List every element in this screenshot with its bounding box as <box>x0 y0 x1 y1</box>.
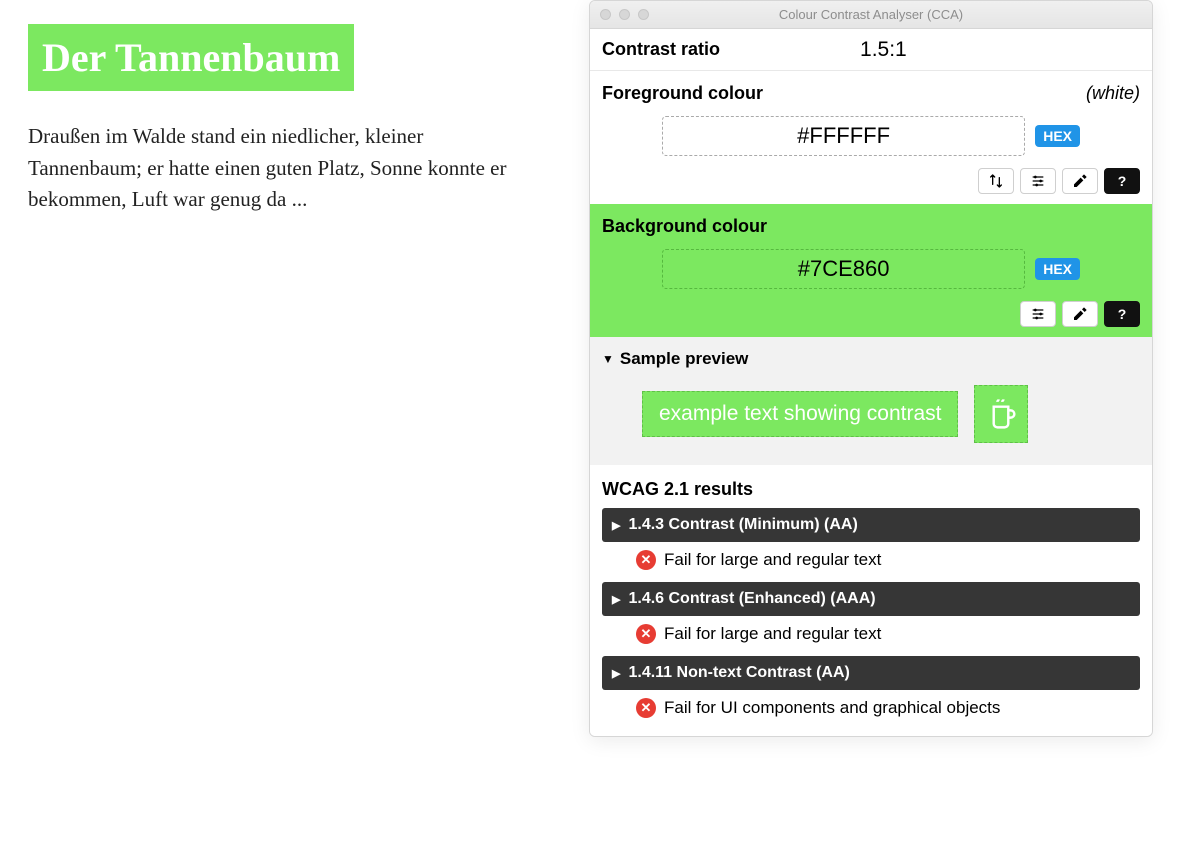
background-sliders-button[interactable] <box>1020 301 1056 327</box>
foreground-block: Foreground colour (white) #FFFFFF HEX ? <box>590 71 1152 204</box>
titlebar[interactable]: Colour Contrast Analyser (CCA) <box>590 1 1152 29</box>
background-block: Background colour #7CE860 HEX ? <box>590 204 1152 337</box>
fail-icon: ✕ <box>636 698 656 718</box>
sample-preview-block: ▼ Sample preview example text showing co… <box>590 337 1152 465</box>
sample-preview-icon-box <box>974 385 1028 443</box>
chevron-right-icon: ▶ <box>612 667 620 680</box>
contrast-ratio-row: Contrast ratio 1.5:1 <box>590 29 1152 71</box>
sample-preview-text: example text showing contrast <box>642 391 958 437</box>
wcag-result-item: ▶ 1.4.11 Non-text Contrast (AA) ✕ Fail f… <box>602 656 1140 726</box>
wcag-result-message: Fail for UI components and graphical obj… <box>664 698 1000 718</box>
close-icon[interactable] <box>600 9 611 20</box>
wcag-results-block: WCAG 2.1 results ▶ 1.4.3 Contrast (Minim… <box>590 465 1152 736</box>
wcag-result-title: 1.4.11 Non-text Contrast (AA) <box>628 664 849 682</box>
sample-heading: Der Tannenbaum <box>28 24 354 91</box>
cca-window: Colour Contrast Analyser (CCA) Contrast … <box>589 0 1153 737</box>
help-icon: ? <box>1118 306 1127 322</box>
wcag-result-toggle[interactable]: ▶ 1.4.6 Contrast (Enhanced) (AAA) <box>602 582 1140 616</box>
traffic-lights <box>600 9 649 20</box>
wcag-result-item: ▶ 1.4.3 Contrast (Minimum) (AA) ✕ Fail f… <box>602 508 1140 578</box>
chevron-right-icon: ▶ <box>612 519 620 532</box>
sample-body: Draußen im Walde stand ein niedlicher, k… <box>28 121 538 216</box>
wcag-result-message: Fail for large and regular text <box>664 550 881 570</box>
eyedropper-icon <box>1072 173 1088 189</box>
background-label: Background colour <box>602 216 767 237</box>
sample-preview-label: Sample preview <box>620 349 749 369</box>
swap-icon <box>988 173 1004 189</box>
wcag-result-title: 1.4.6 Contrast (Enhanced) (AAA) <box>628 590 875 608</box>
wcag-results-title: WCAG 2.1 results <box>602 479 1140 500</box>
swap-colors-button[interactable] <box>978 168 1014 194</box>
wcag-result-title: 1.4.3 Contrast (Minimum) (AA) <box>628 516 857 534</box>
window-title: Colour Contrast Analyser (CCA) <box>590 7 1152 22</box>
fail-icon: ✕ <box>636 550 656 570</box>
sliders-icon <box>1030 306 1046 322</box>
wcag-result-toggle[interactable]: ▶ 1.4.3 Contrast (Minimum) (AA) <box>602 508 1140 542</box>
foreground-label: Foreground colour <box>602 83 763 104</box>
background-format-badge[interactable]: HEX <box>1035 258 1080 280</box>
foreground-value-input[interactable]: #FFFFFF <box>662 116 1025 156</box>
background-help-button[interactable]: ? <box>1104 301 1140 327</box>
minimize-icon[interactable] <box>619 9 630 20</box>
sliders-icon <box>1030 173 1046 189</box>
wcag-result-item: ▶ 1.4.6 Contrast (Enhanced) (AAA) ✕ Fail… <box>602 582 1140 652</box>
background-eyedropper-button[interactable] <box>1062 301 1098 327</box>
sample-preview-toggle[interactable]: ▼ Sample preview <box>602 349 1140 369</box>
sample-pane: Der Tannenbaum Draußen im Walde stand ei… <box>0 0 580 844</box>
wcag-result-toggle[interactable]: ▶ 1.4.11 Non-text Contrast (AA) <box>602 656 1140 690</box>
foreground-format-badge[interactable]: HEX <box>1035 125 1080 147</box>
foreground-sliders-button[interactable] <box>1020 168 1056 194</box>
background-value-input[interactable]: #7CE860 <box>662 249 1025 289</box>
foreground-help-button[interactable]: ? <box>1104 168 1140 194</box>
eyedropper-icon <box>1072 306 1088 322</box>
chevron-right-icon: ▶ <box>612 593 620 606</box>
zoom-icon[interactable] <box>638 9 649 20</box>
foreground-eyedropper-button[interactable] <box>1062 168 1098 194</box>
chevron-down-icon: ▼ <box>602 352 614 366</box>
fail-icon: ✕ <box>636 624 656 644</box>
contrast-ratio-value: 1.5:1 <box>860 38 907 62</box>
wcag-result-message: Fail for large and regular text <box>664 624 881 644</box>
contrast-ratio-label: Contrast ratio <box>602 39 720 60</box>
help-icon: ? <box>1118 173 1127 189</box>
cup-icon <box>986 397 1016 431</box>
foreground-note: (white) <box>1086 83 1140 104</box>
